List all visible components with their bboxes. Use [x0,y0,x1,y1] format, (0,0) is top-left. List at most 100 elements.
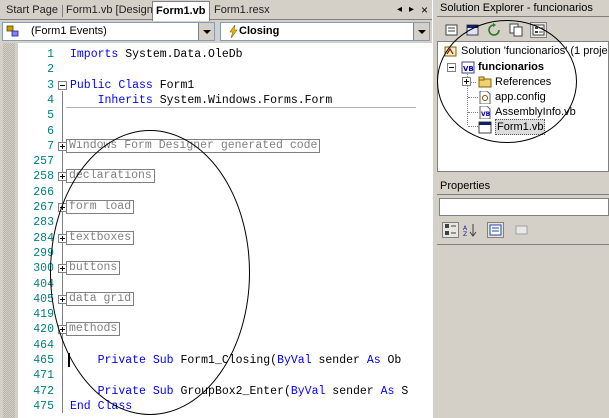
line-number: 475 [33,399,54,413]
collapsed-region[interactable]: Windows Form Designer generated code [66,138,321,153]
view-designer-icon[interactable] [464,22,481,38]
properties-object-selector[interactable] [439,198,609,216]
code-token: S [394,384,409,398]
collapse-project-icon[interactable] [447,63,456,72]
collapsed-region[interactable]: textboxes [66,230,135,245]
code-token: System.Windows.Forms.Form [152,93,333,107]
line-number: 465 [33,354,54,367]
code-line[interactable]: 6 [0,124,432,139]
line-number: 267 [33,201,54,214]
line-number: 3 [47,78,54,92]
code-line[interactable]: 465 Private Sub Form1_Closing(ByVal send… [0,353,432,368]
code-line[interactable]: 284 textboxes [0,230,432,246]
text-caret [68,353,70,367]
code-token: Ob [380,354,402,367]
keyword-token: Imports [70,48,119,61]
line-number: 300 [33,262,54,276]
chevron-down-icon[interactable] [198,23,214,40]
show-all-files-icon[interactable] [508,22,525,38]
class-name-dropdown[interactable]: (Form1 Events) [2,22,215,41]
code-line[interactable]: 1 Imports System.Data.OleDb [0,47,432,62]
property-pages-icon[interactable] [513,222,530,238]
line-number: 1 [47,48,54,61]
keyword-token: Inherits [97,93,153,107]
scroll-tabs-right-icon[interactable]: ▸ [406,3,417,17]
code-text: End Class [70,399,132,414]
solution-tree[interactable]: Solution 'funcionarios' (1 project) VB f… [437,41,609,172]
categorized-icon[interactable] [442,222,459,238]
properties-view-icon[interactable] [487,222,504,238]
vb-file-icon: VB [479,106,491,119]
solution-label: Solution 'funcionarios' (1 project) [461,45,609,57]
keyword-token: Sub [152,354,174,367]
refresh-icon[interactable] [486,22,503,38]
code-line[interactable]: 267 form load [0,200,432,215]
code-line[interactable]: 5 [0,108,432,123]
code-line[interactable]: 472 Private Sub GroupBox2_Enter(ByVal se… [0,384,432,399]
code-view[interactable]: 1 Imports System.Data.OleDb 2 3 Public Class… [0,43,432,418]
code-line[interactable]: 300 buttons [0,261,432,276]
view-code-icon[interactable] [443,22,460,38]
tab-form1-design[interactable]: Form1.vb [Design] [64,3,158,20]
code-line[interactable]: 4 Inherits System.Windows.Forms.Form [0,93,432,108]
properties-grid[interactable] [437,244,609,418]
code-line[interactable]: 258 declarations [0,169,432,184]
collapsed-region[interactable]: buttons [66,261,121,276]
references-icon [478,76,492,88]
code-editor-window: Start Page Form1.vb [Design] Form1.vb Fo… [0,0,432,418]
line-number: 283 [33,216,54,230]
collapsed-region[interactable]: declarations [66,169,155,184]
code-line[interactable]: 405 data grid [0,291,432,307]
code-line[interactable]: 3 Public Class Form1 [0,78,432,93]
line-number: 420 [33,323,54,337]
properties-toolbar-icon[interactable] [530,22,547,38]
method-name-dropdown[interactable]: Closing [220,22,430,41]
code-line[interactable]: 404 [0,277,432,292]
line-number: 472 [33,384,54,398]
vb-project-icon: VB [461,61,475,74]
code-line[interactable]: 471 [0,368,432,383]
code-line[interactable]: 299 [0,246,432,261]
alphabetical-icon[interactable]: AZ [462,222,479,238]
code-line[interactable]: 475 End Class [0,399,432,414]
line-number: 266 [33,185,54,199]
expand-references-icon[interactable] [462,77,471,86]
code-line[interactable]: 283 [0,215,432,230]
tab-start-page[interactable]: Start Page [4,3,60,20]
code-line[interactable]: 7 Windows Form Designer generated code [0,138,432,154]
tab-form1-resx[interactable]: Form1.resx [212,3,272,20]
collapsed-region[interactable]: data grid [66,291,135,306]
code-text: Inherits System.Windows.Forms.Form [70,93,333,108]
line-number: 5 [47,109,54,123]
code-line[interactable]: 266 [0,185,432,200]
keyword-token: ByVal [277,354,312,367]
tree-guide-line [468,126,478,127]
solution-explorer-title: Solution Explorer - funcionarios [437,0,609,17]
tab-form1-vb[interactable]: Form1.vb [152,1,210,21]
code-line[interactable]: 464 [0,338,432,353]
line-number: 419 [33,308,54,322]
collapsed-region[interactable]: methods [66,322,121,337]
close-tab-icon[interactable]: × [419,3,430,17]
code-line[interactable]: 2 [0,62,432,77]
line-number: 6 [47,124,54,138]
keyword-token: Class [118,78,153,92]
chevron-down-icon[interactable] [413,23,429,40]
code-token: Form1 [152,78,195,92]
code-line[interactable]: 420 methods [0,322,432,337]
collapsed-region[interactable]: form load [66,200,135,214]
scroll-tabs-left-icon[interactable]: ◂ [394,3,405,17]
code-line[interactable]: 419 [0,307,432,322]
collapse-block-icon[interactable] [58,80,67,90]
line-number: 405 [33,292,54,306]
keyword-token: Sub [152,384,174,398]
code-text: Imports System.Data.OleDb [70,47,243,62]
method-name-value: Closing [239,25,280,37]
form-file-icon [478,121,492,134]
code-line[interactable]: 257 [0,154,432,169]
code-text: Private Sub Form1_Closing(ByVal sender A… [70,353,402,368]
